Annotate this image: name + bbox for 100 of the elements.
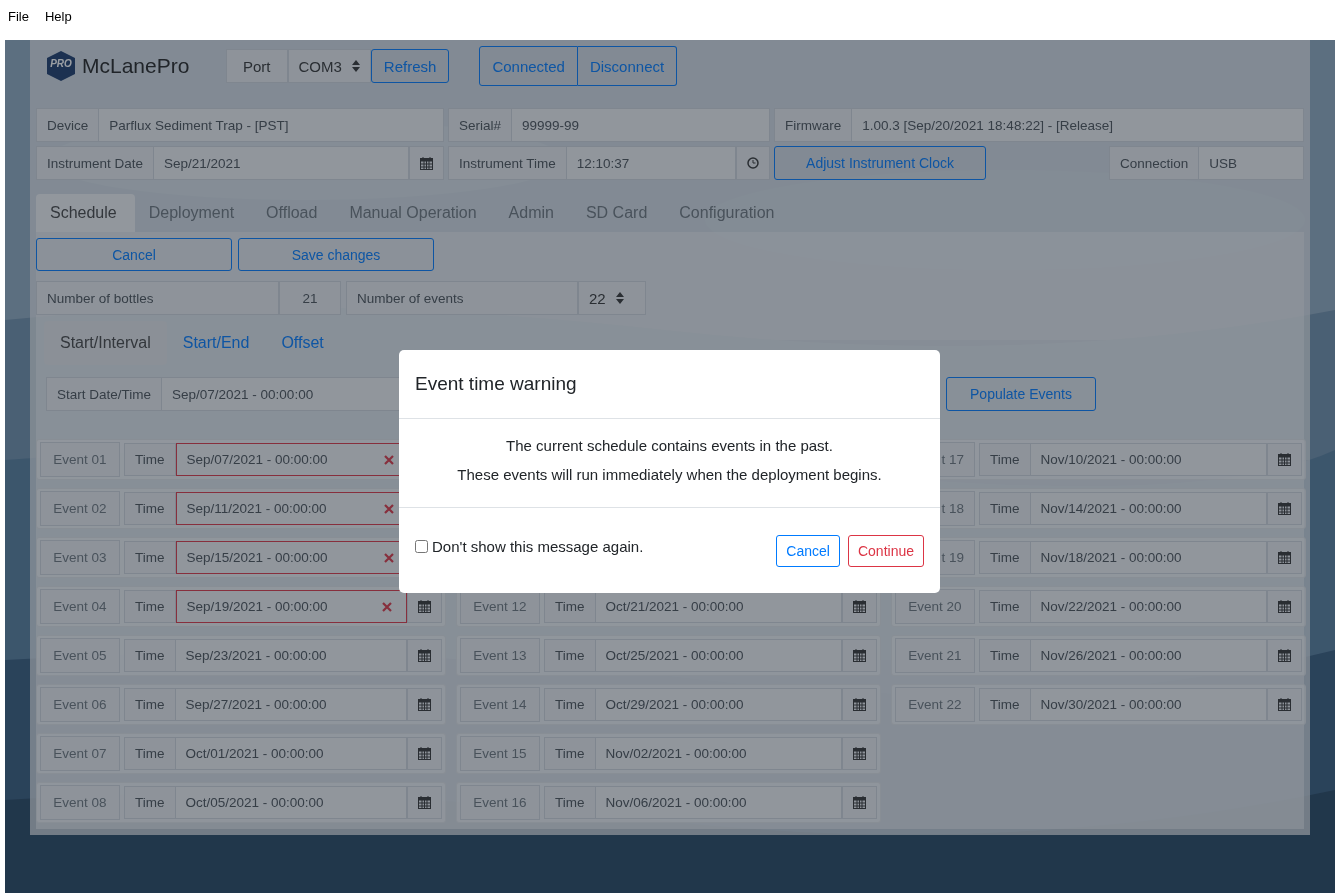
- event-time-field[interactable]: Nov/10/2021 - 00:00:00: [1030, 443, 1267, 476]
- logo-mark: PRO: [49, 58, 73, 69]
- event-time-field[interactable]: Oct/05/2021 - 00:00:00: [175, 786, 407, 819]
- calendar-icon[interactable]: [853, 698, 866, 711]
- refresh-button[interactable]: Refresh: [370, 49, 450, 83]
- calendar-icon[interactable]: [1278, 551, 1291, 564]
- event-label: Event 06: [40, 687, 120, 722]
- field-label: Time: [979, 443, 1031, 476]
- calendar-icon[interactable]: [853, 649, 866, 662]
- calendar-icon[interactable]: [1278, 502, 1291, 515]
- clock-icon[interactable]: [747, 157, 759, 169]
- populate-button[interactable]: Populate Events: [946, 377, 1096, 411]
- event-time-field[interactable]: Oct/29/2021 - 00:00:00: [595, 688, 842, 721]
- app-title: McLanePro: [82, 54, 190, 78]
- calendar-icon[interactable]: [853, 747, 866, 760]
- port-select[interactable]: COM3: [287, 49, 371, 83]
- action-button[interactable]: Cancel: [36, 238, 232, 271]
- field-label: Serial#: [448, 108, 513, 142]
- calendar-icon[interactable]: [1278, 453, 1291, 466]
- field-label: Instrument Date: [36, 146, 155, 180]
- error-icon: [384, 552, 394, 563]
- calendar-icon[interactable]: [418, 600, 431, 613]
- event-time-field[interactable]: Oct/01/2021 - 00:00:00: [175, 737, 407, 770]
- event-time-field[interactable]: Sep/19/2021 - 00:00:00: [175, 590, 407, 623]
- calendar-icon[interactable]: [418, 698, 431, 711]
- sub-tab[interactable]: Start/End: [166, 321, 266, 365]
- serial-field: 99999-99: [512, 108, 770, 142]
- calendar-icon[interactable]: [418, 747, 431, 760]
- dialog-message: The current schedule contains events in the past.: [505, 437, 834, 454]
- calendar-icon[interactable]: [1278, 600, 1291, 613]
- connection-button[interactable]: Disconnect: [577, 46, 678, 86]
- field-label: Time: [544, 688, 596, 721]
- time-field[interactable]: 12:10:37: [566, 146, 736, 180]
- tab[interactable]: Configuration: [665, 194, 793, 232]
- calendar-icon[interactable]: [418, 649, 431, 662]
- event-time-field[interactable]: Nov/14/2021 - 00:00:00: [1030, 492, 1267, 525]
- field-label: Time: [979, 688, 1031, 721]
- dialog-button[interactable]: Continue: [847, 534, 924, 567]
- event-time-field[interactable]: Nov/18/2021 - 00:00:00: [1030, 541, 1267, 574]
- error-icon: [382, 601, 392, 612]
- error-icon: [384, 503, 394, 514]
- event-label: Event 05: [40, 638, 120, 673]
- error-icon: [384, 454, 394, 465]
- connection-button[interactable]: Connected: [479, 46, 578, 86]
- event-label: Event 15: [460, 736, 540, 771]
- field-label: Time: [979, 492, 1031, 525]
- field-label: Time: [979, 541, 1031, 574]
- event-time-field[interactable]: Sep/27/2021 - 00:00:00: [175, 688, 407, 721]
- events-select[interactable]: 22: [578, 281, 646, 315]
- event-time-field[interactable]: Nov/22/2021 - 00:00:00: [1030, 590, 1267, 623]
- field-label: Start Date/Time: [46, 377, 163, 411]
- checkbox[interactable]: [415, 540, 428, 553]
- field-label: Time: [124, 443, 176, 476]
- field-label: Port: [226, 49, 288, 83]
- calendar-icon[interactable]: [1278, 649, 1291, 662]
- event-label: Event 02: [40, 491, 120, 526]
- device-field: Parflux Sediment Trap - [PST]: [99, 108, 444, 142]
- tab[interactable]: SD Card: [571, 194, 666, 232]
- calendar-icon[interactable]: [853, 796, 866, 809]
- field-label: Number of bottles: [36, 281, 279, 315]
- field-label: Time: [124, 590, 176, 623]
- field-label: Number of events: [346, 281, 578, 315]
- tab[interactable]: Deployment: [134, 194, 253, 232]
- bottles-field: 21: [279, 281, 341, 315]
- field-label: Firmware: [774, 108, 853, 142]
- tab[interactable]: Offload: [252, 194, 336, 232]
- field-label: Time: [979, 590, 1031, 623]
- calendar-icon[interactable]: [418, 796, 431, 809]
- logo-icon: [46, 50, 76, 82]
- event-label: Event 13: [460, 638, 540, 673]
- field-label: Time: [124, 541, 176, 574]
- sub-tab[interactable]: Offset: [265, 321, 340, 365]
- menu-item[interactable]: Help: [44, 8, 72, 24]
- tab[interactable]: Manual Operation: [335, 194, 495, 232]
- calendar-icon[interactable]: [420, 156, 433, 170]
- dialog-button[interactable]: Cancel: [776, 534, 840, 567]
- field-label: Time: [124, 737, 176, 770]
- event-time-field[interactable]: Nov/30/2021 - 00:00:00: [1030, 688, 1267, 721]
- calendar-icon[interactable]: [1278, 698, 1291, 711]
- event-time-field[interactable]: Nov/06/2021 - 00:00:00: [595, 786, 842, 819]
- event-time-field[interactable]: Nov/02/2021 - 00:00:00: [595, 737, 842, 770]
- event-label: Event 14: [460, 687, 540, 722]
- event-label: Event 20: [895, 589, 975, 624]
- tab[interactable]: Schedule: [36, 194, 135, 232]
- date-field[interactable]: Sep/21/2021: [154, 146, 409, 180]
- tab[interactable]: Admin: [494, 194, 572, 232]
- event-time-field[interactable]: Oct/25/2021 - 00:00:00: [595, 639, 842, 672]
- field-label: Time: [124, 492, 176, 525]
- event-label: Event 16: [460, 785, 540, 820]
- event-label: Event 01: [40, 442, 120, 477]
- event-label: Event 04: [40, 589, 120, 624]
- event-time-field[interactable]: Sep/23/2021 - 00:00:00: [175, 639, 407, 672]
- event-time-field[interactable]: Nov/26/2021 - 00:00:00: [1030, 639, 1267, 672]
- action-button[interactable]: Save changes: [238, 238, 434, 271]
- menu-item[interactable]: File: [8, 8, 29, 24]
- adjust-clock-button[interactable]: Adjust Instrument Clock: [774, 146, 986, 180]
- calendar-icon[interactable]: [853, 600, 866, 613]
- sort-icon: [351, 60, 360, 72]
- field-label: Connection: [1109, 146, 1200, 180]
- event-label: Event 08: [40, 785, 120, 820]
